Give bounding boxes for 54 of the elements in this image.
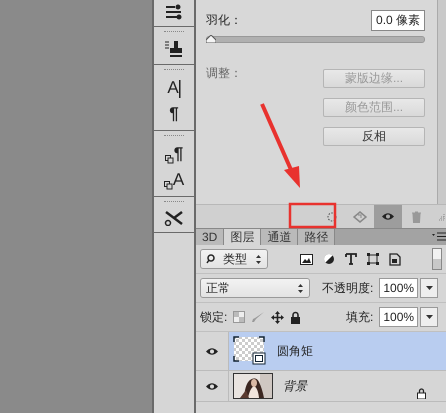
panel-tab[interactable]: 通道	[261, 229, 298, 245]
eye-icon[interactable]	[205, 346, 219, 356]
feather-label: 羽化：	[206, 12, 242, 29]
caret-icon	[297, 282, 304, 294]
tools-icon[interactable]	[164, 210, 184, 226]
layer-row[interactable]: 圆角矩	[229, 332, 446, 370]
feather-slider[interactable]	[206, 36, 426, 43]
slider-thumb[interactable]	[206, 35, 216, 43]
smart-object-icon[interactable]	[388, 252, 401, 266]
character-style-tool[interactable]: A	[164, 170, 184, 190]
shape-thumbnail	[233, 336, 267, 366]
feather-field[interactable]: 0.0 像素	[371, 10, 426, 31]
lock-icon[interactable]	[290, 310, 302, 324]
search-icon	[206, 254, 215, 264]
adjust-button[interactable]: 反相	[323, 127, 426, 146]
layer-row[interactable]: 背景	[229, 371, 446, 401]
filter-dropdown[interactable]: 类型	[200, 249, 268, 269]
image-filter-icon[interactable]	[300, 254, 313, 264]
shape-filter-icon[interactable]	[366, 253, 379, 265]
squares-icon	[164, 181, 173, 190]
highlight-frame	[288, 202, 336, 228]
opacity-field[interactable]: 100%	[379, 278, 418, 298]
layer-name: 背景	[283, 378, 307, 394]
blend-mode-dropdown[interactable]: 正常	[200, 278, 310, 298]
squares-icon	[164, 155, 174, 164]
checker-lock-icon[interactable]	[233, 311, 246, 323]
opacity-dropdown-button[interactable]	[420, 278, 438, 298]
fill-dropdown-button[interactable]	[420, 307, 438, 327]
adjust-label: 调整：	[206, 65, 242, 82]
fill-field[interactable]: 100%	[379, 307, 418, 327]
caret-icon	[426, 286, 433, 290]
paragraph-tool[interactable]: ¶	[169, 104, 179, 124]
caret-icon	[426, 315, 433, 319]
opacity-label: 不透明度:	[322, 280, 374, 296]
panel-tab[interactable]: 图层	[224, 229, 262, 245]
eye-icon[interactable]	[381, 212, 396, 221]
resize-grip-icon[interactable]	[437, 212, 446, 220]
lock-label: 锁定:	[200, 308, 228, 326]
type-filter-icon[interactable]	[344, 253, 357, 265]
layer-name: 圆角矩	[277, 342, 313, 360]
character-tool[interactable]: A	[167, 78, 181, 98]
text-cursor-icon	[178, 80, 181, 98]
toggle-switch[interactable]	[432, 248, 442, 270]
stamp-icon[interactable]	[164, 40, 184, 58]
caret-icon	[255, 254, 262, 264]
eye-icon[interactable]	[205, 382, 219, 390]
menu-icon[interactable]	[432, 232, 446, 241]
move-icon[interactable]	[271, 310, 284, 324]
panel-tab[interactable]: 路径	[298, 229, 336, 245]
panel-tab[interactable]: 3D	[196, 229, 224, 245]
half-circle-icon[interactable]	[322, 253, 335, 265]
paragraph-style-tool[interactable]: ¶	[164, 144, 184, 164]
sliders-icon[interactable]	[165, 4, 183, 20]
fill-label: 填充:	[346, 308, 374, 326]
